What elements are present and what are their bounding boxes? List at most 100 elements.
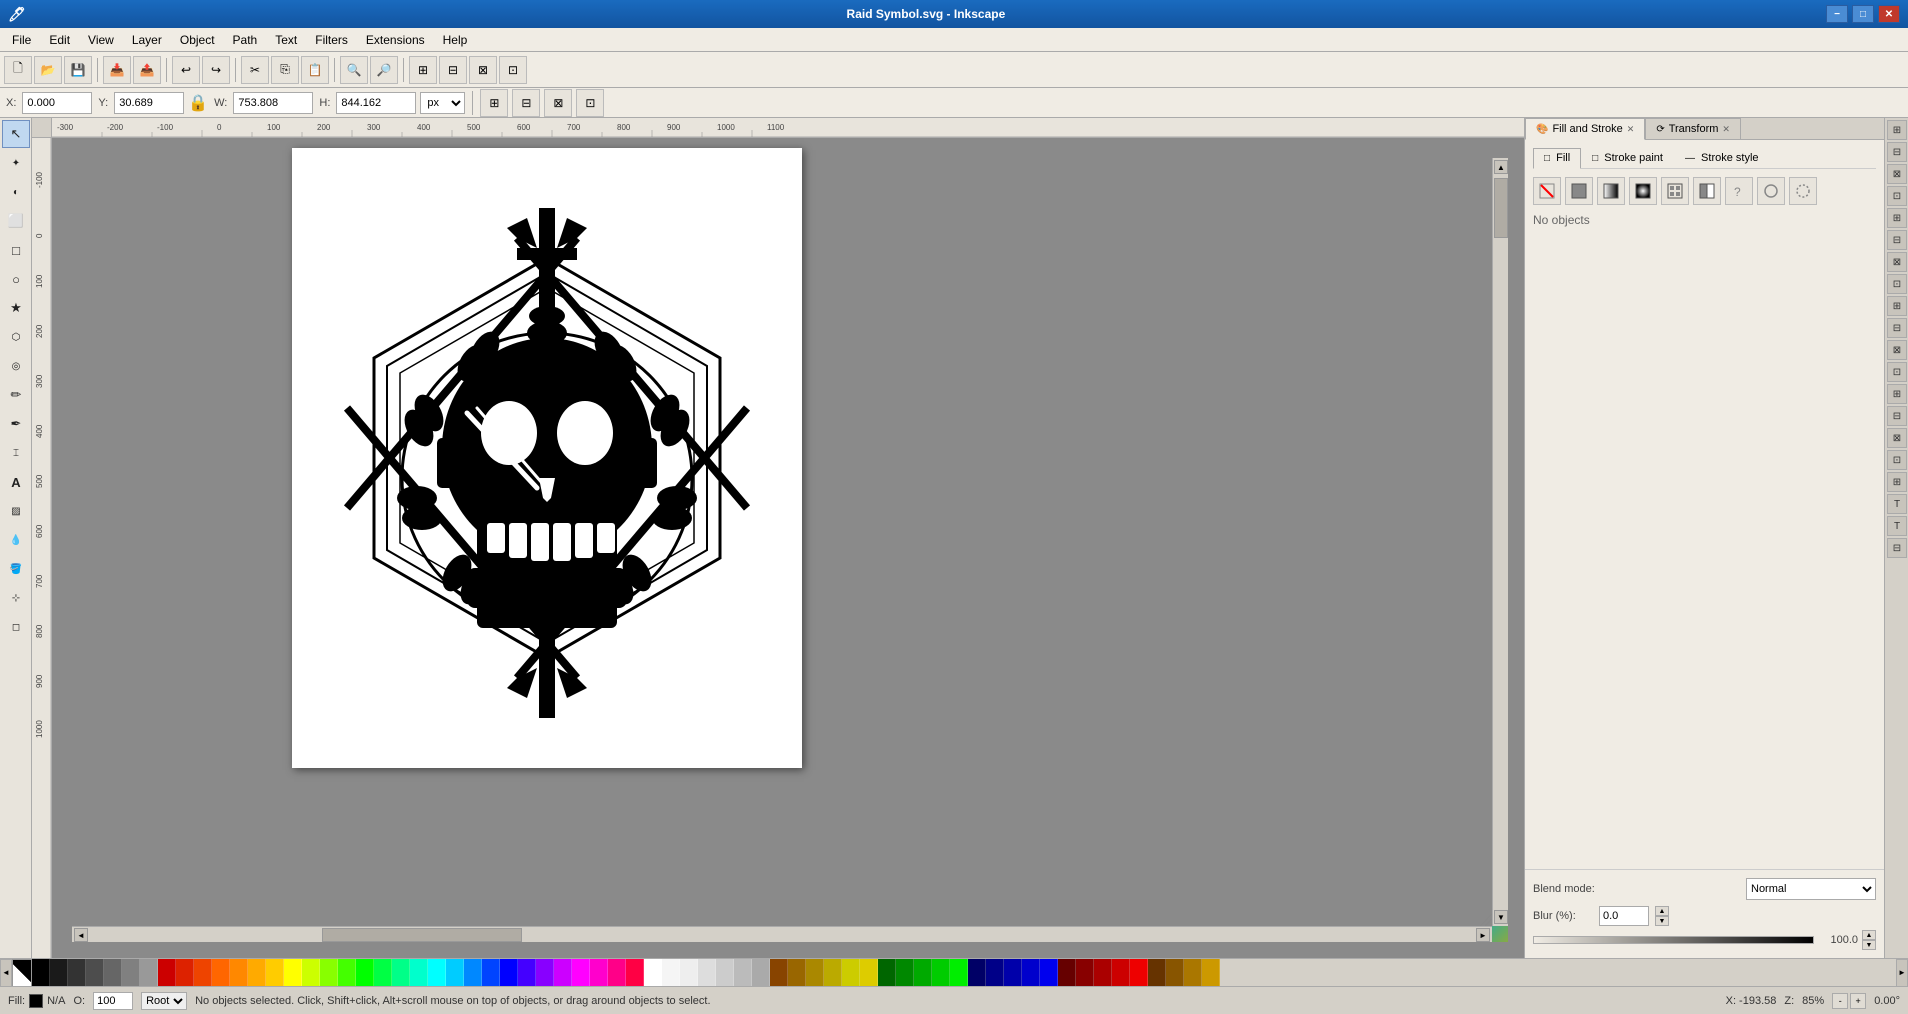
fill-subtab[interactable]: □ Fill — [1533, 148, 1581, 169]
palette-color-2[interactable] — [68, 959, 86, 987]
lock-icon[interactable]: 🔒 — [188, 93, 208, 113]
palette-color-55[interactable] — [1022, 959, 1040, 987]
palette-color-65[interactable] — [1202, 959, 1220, 987]
3dbox-tool[interactable]: ⬡ — [2, 323, 30, 351]
transform-tab[interactable]: ⟳ Transform ✕ — [1645, 118, 1741, 139]
palette-color-4[interactable] — [104, 959, 122, 987]
palette-color-64[interactable] — [1184, 959, 1202, 987]
gradient-tool[interactable]: ▨ — [2, 497, 30, 525]
snap-far-btn17[interactable]: ⊞ — [1887, 472, 1907, 492]
palette-color-27[interactable] — [518, 959, 536, 987]
eyedropper-tool[interactable]: 💧 — [2, 526, 30, 554]
save-button[interactable]: 💾 — [64, 56, 92, 84]
spray-tool[interactable]: ⊹ — [2, 584, 30, 612]
palette-color-58[interactable] — [1076, 959, 1094, 987]
undo-button[interactable]: ↩ — [172, 56, 200, 84]
palette-color-0[interactable] — [32, 959, 50, 987]
snap-btn4[interactable]: ⊡ — [576, 89, 604, 117]
palette-color-46[interactable] — [860, 959, 878, 987]
pattern-button[interactable] — [1661, 177, 1689, 205]
palette-color-20[interactable] — [392, 959, 410, 987]
menu-item-path[interactable]: Path — [225, 31, 266, 49]
calligraphy-tool[interactable]: ⌶ — [2, 439, 30, 467]
snap-far-btn7[interactable]: ⊠ — [1887, 252, 1907, 272]
palette-color-15[interactable] — [302, 959, 320, 987]
circle-tool[interactable]: ○ — [2, 265, 30, 293]
linear-gradient-button[interactable] — [1597, 177, 1625, 205]
blur-down-btn[interactable]: ▼ — [1655, 916, 1669, 926]
palette-color-63[interactable] — [1166, 959, 1184, 987]
cut-button[interactable]: ✂ — [241, 56, 269, 84]
scroll-vertical[interactable]: ▲ ▼ — [1492, 158, 1508, 926]
pencil-tool[interactable]: ✏ — [2, 381, 30, 409]
palette-color-13[interactable] — [266, 959, 284, 987]
palette-color-51[interactable] — [950, 959, 968, 987]
snap-far-btn20[interactable]: ⊟ — [1887, 538, 1907, 558]
palette-color-8[interactable] — [176, 959, 194, 987]
text-tool[interactable]: A — [2, 468, 30, 496]
unset-button[interactable]: ? — [1725, 177, 1753, 205]
palette-color-34[interactable] — [644, 959, 662, 987]
resize-handle[interactable] — [1480, 914, 1492, 926]
snap-far-btn5[interactable]: ⊞ — [1887, 208, 1907, 228]
paint-bucket-tool[interactable]: 🪣 — [2, 555, 30, 583]
scroll-thumb-v[interactable] — [1494, 178, 1508, 238]
palette-color-43[interactable] — [806, 959, 824, 987]
mesh-gradient-button[interactable] — [1789, 177, 1817, 205]
snap-far-btn10[interactable]: ⊟ — [1887, 318, 1907, 338]
zoom-in-status-btn[interactable]: + — [1850, 993, 1866, 1009]
palette-color-60[interactable] — [1112, 959, 1130, 987]
palette-color-18[interactable] — [356, 959, 374, 987]
paste-button[interactable]: 📋 — [301, 56, 329, 84]
transform-tab-close[interactable]: ✕ — [1722, 124, 1730, 135]
snap-far-btn15[interactable]: ⊠ — [1887, 428, 1907, 448]
palette-color-25[interactable] — [482, 959, 500, 987]
y-input[interactable] — [114, 92, 184, 114]
scroll-up-btn[interactable]: ▲ — [1494, 160, 1508, 174]
opacity-up-btn[interactable]: ▲ — [1862, 930, 1876, 940]
zoom-out-button[interactable]: 🔎 — [370, 56, 398, 84]
minimize-button[interactable]: − — [1826, 5, 1848, 23]
fill-stroke-tab-close[interactable]: ✕ — [1627, 124, 1635, 135]
snap-far-btn16[interactable]: ⊡ — [1887, 450, 1907, 470]
snap-far-btn3[interactable]: ⊠ — [1887, 164, 1907, 184]
zoom-tool[interactable]: ⬜ — [2, 207, 30, 235]
palette-color-19[interactable] — [374, 959, 392, 987]
menu-item-file[interactable]: File — [4, 31, 39, 49]
palette-scroll-left[interactable]: ◄ — [0, 959, 12, 987]
palette-color-49[interactable] — [914, 959, 932, 987]
palette-color-50[interactable] — [932, 959, 950, 987]
tweak-tool[interactable]: ◐ — [2, 178, 30, 206]
x-input[interactable] — [22, 92, 92, 114]
palette-color-24[interactable] — [464, 959, 482, 987]
palette-color-59[interactable] — [1094, 959, 1112, 987]
snap-far-btn1[interactable]: ⊞ — [1887, 120, 1907, 140]
palette-color-33[interactable] — [626, 959, 644, 987]
stroke-paint-subtab[interactable]: □ Stroke paint — [1581, 148, 1674, 168]
palette-color-14[interactable] — [284, 959, 302, 987]
palette-color-21[interactable] — [410, 959, 428, 987]
close-button[interactable]: ✕ — [1878, 5, 1900, 23]
palette-color-22[interactable] — [428, 959, 446, 987]
snap-btn3[interactable]: ⊠ — [544, 89, 572, 117]
palette-color-54[interactable] — [1004, 959, 1022, 987]
palette-color-11[interactable] — [230, 959, 248, 987]
palette-color-1[interactable] — [50, 959, 68, 987]
scroll-left-btn[interactable]: ◄ — [74, 928, 88, 942]
palette-color-16[interactable] — [320, 959, 338, 987]
swatch-button[interactable] — [1693, 177, 1721, 205]
menu-item-text[interactable]: Text — [267, 31, 305, 49]
scroll-right-btn[interactable]: ► — [1476, 928, 1490, 942]
snap-far-btn4[interactable]: ⊡ — [1887, 186, 1907, 206]
palette-color-62[interactable] — [1148, 959, 1166, 987]
maximize-button[interactable]: □ — [1852, 5, 1874, 23]
node-tool[interactable]: ✦ — [2, 149, 30, 177]
palette-color-5[interactable] — [122, 959, 140, 987]
eraser-tool[interactable]: ◻ — [2, 613, 30, 641]
menu-item-object[interactable]: Object — [172, 31, 223, 49]
new-button[interactable]: 🗋 — [4, 56, 32, 84]
palette-color-37[interactable] — [698, 959, 716, 987]
select-tool[interactable]: ↖ — [2, 120, 30, 148]
scroll-down-btn[interactable]: ▼ — [1494, 910, 1508, 924]
palette-color-48[interactable] — [896, 959, 914, 987]
